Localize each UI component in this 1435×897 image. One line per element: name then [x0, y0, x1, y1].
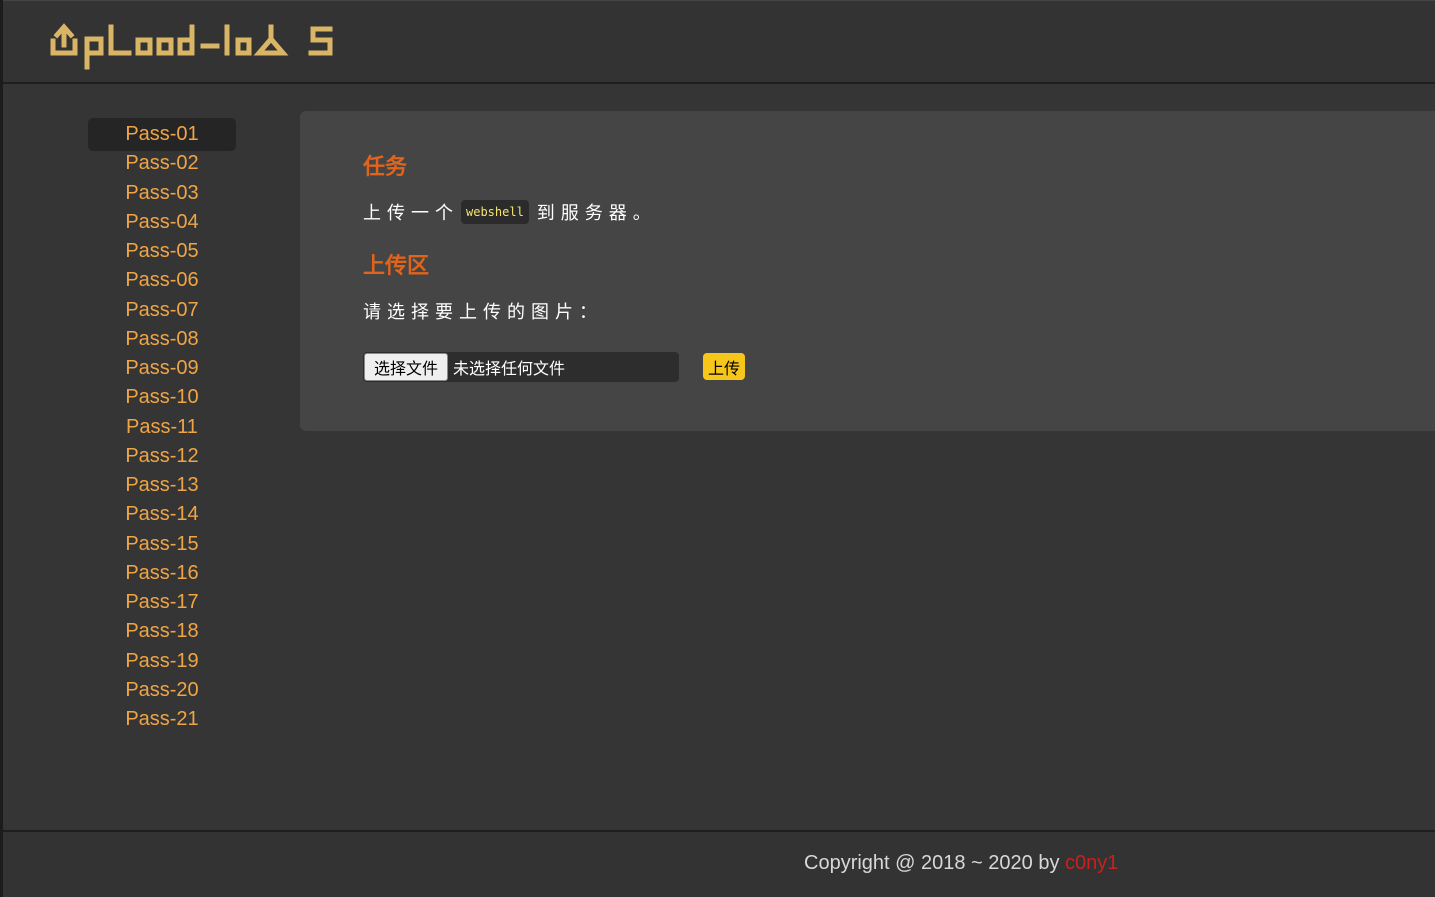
upload-heading: 上传区: [363, 254, 430, 279]
sidebar-item-pass-04[interactable]: Pass-04: [88, 206, 236, 235]
task-heading: 任务: [363, 155, 408, 180]
file-input[interactable]: 选择文件 未选择任何文件: [363, 352, 679, 382]
sidebar-item-pass-05[interactable]: Pass-05: [88, 235, 236, 264]
sidebar-item-pass-08[interactable]: Pass-08: [88, 323, 236, 352]
sidebar-nav: Pass-01 Pass-02 Pass-03 Pass-04 Pass-05 Pass-…: [88, 118, 236, 732]
sidebar-item-pass-17[interactable]: Pass-17: [88, 586, 236, 615]
author-link[interactable]: c0ny1: [1065, 852, 1118, 874]
file-status-text: 未选择任何文件: [453, 359, 566, 378]
task-code: webshell: [461, 200, 529, 224]
sidebar-item-pass-03[interactable]: Pass-03: [88, 177, 236, 206]
task-text-after: 到服务器。: [536, 203, 657, 224]
sidebar-item-pass-10[interactable]: Pass-10: [88, 381, 236, 410]
footer: Copyright @ 2018 ~ 2020 by c0ny1: [3, 830, 1435, 897]
task-description: 上传一个 webshell 到服务器。: [363, 199, 657, 225]
sidebar-item-pass-01[interactable]: Pass-01: [88, 118, 236, 151]
sidebar-item-pass-02[interactable]: Pass-02: [88, 147, 236, 176]
upload-labs-logo[interactable]: [47, 17, 337, 73]
header: [3, 0, 1435, 84]
sidebar-item-pass-14[interactable]: Pass-14: [88, 498, 236, 527]
sidebar-item-pass-16[interactable]: Pass-16: [88, 557, 236, 586]
sidebar-item-pass-07[interactable]: Pass-07: [88, 294, 236, 323]
window-edge: [0, 0, 3, 897]
sidebar-item-pass-20[interactable]: Pass-20: [88, 674, 236, 703]
sidebar-item-pass-19[interactable]: Pass-19: [88, 645, 236, 674]
main-panel: 任务 上传一个 webshell 到服务器。 上传区 请选择要上传的图片： 选择…: [300, 111, 1435, 431]
sidebar-item-pass-06[interactable]: Pass-06: [88, 264, 236, 293]
upload-prompt: 请选择要上传的图片：: [363, 302, 603, 323]
sidebar-item-pass-11[interactable]: Pass-11: [88, 411, 236, 440]
task-text-before: 上传一个: [363, 203, 459, 224]
choose-file-button[interactable]: 选择文件: [364, 353, 449, 381]
sidebar-item-pass-12[interactable]: Pass-12: [88, 440, 236, 469]
sidebar-item-pass-09[interactable]: Pass-09: [88, 352, 236, 381]
sidebar-item-pass-21[interactable]: Pass-21: [88, 703, 236, 732]
copyright: Copyright @ 2018 ~ 2020 by c0ny1: [804, 852, 1118, 875]
sidebar-item-pass-13[interactable]: Pass-13: [88, 469, 236, 498]
sidebar-item-pass-18[interactable]: Pass-18: [88, 615, 236, 644]
page: Pass-01 Pass-02 Pass-03 Pass-04 Pass-05 Pass-…: [0, 0, 1435, 897]
upload-submit-button[interactable]: 上传: [703, 353, 746, 380]
copyright-text: Copyright @ 2018 ~ 2020 by: [804, 852, 1066, 874]
sidebar-item-pass-15[interactable]: Pass-15: [88, 528, 236, 557]
